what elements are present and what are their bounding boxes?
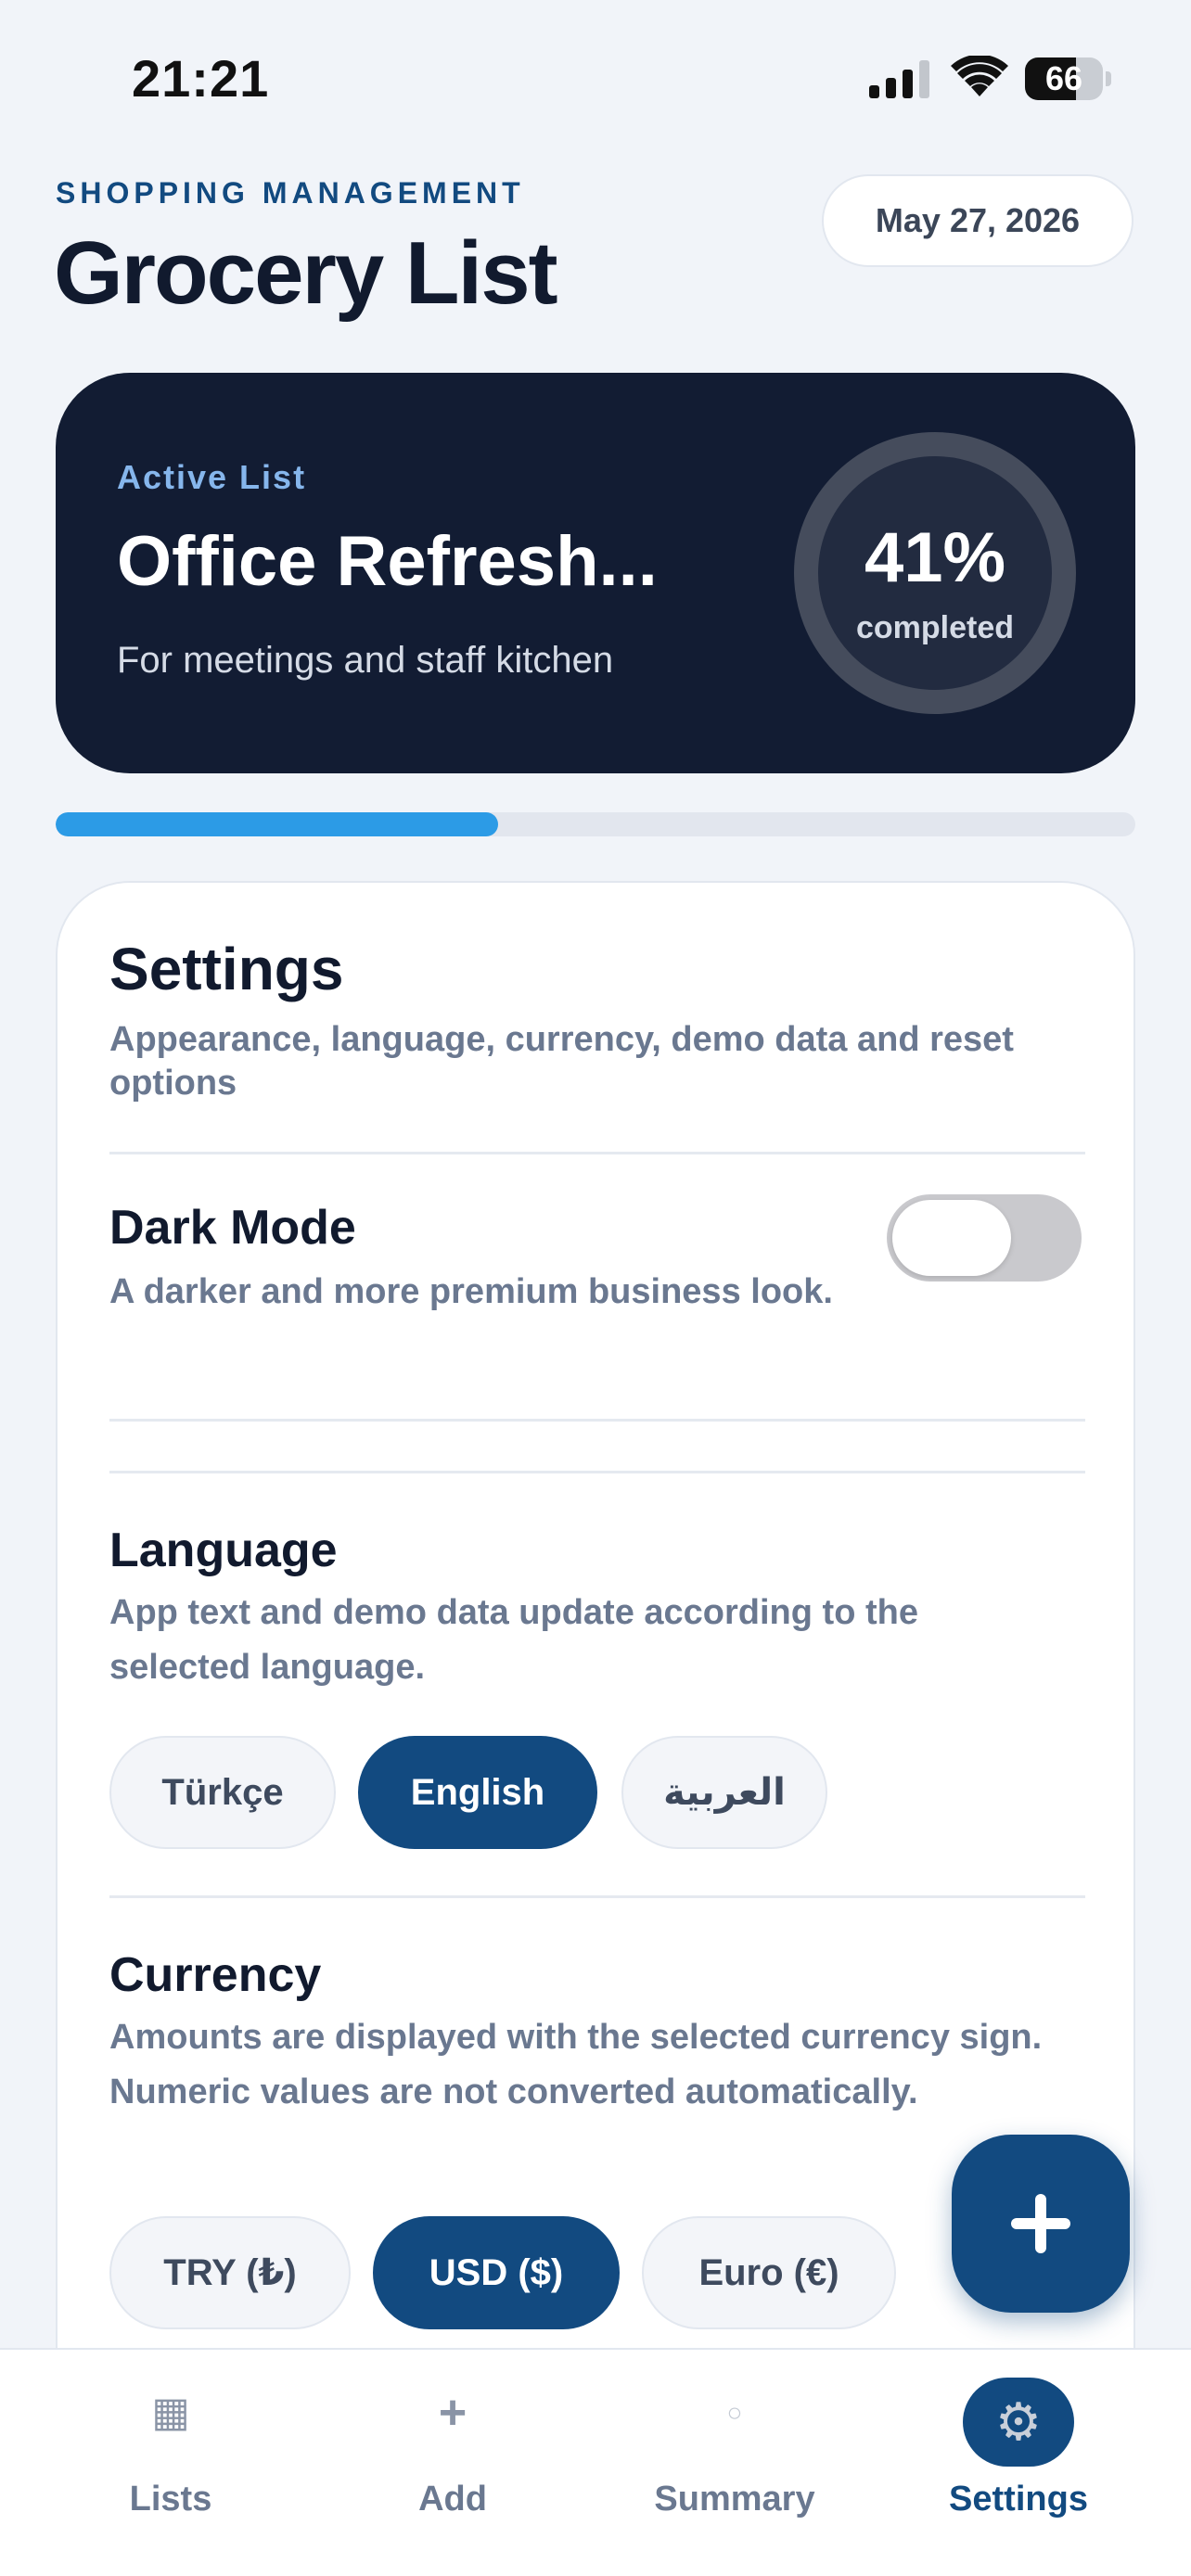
nav-label: Lists (129, 2480, 212, 2519)
currency-description: Amounts are displayed with the selected … (109, 2018, 1043, 2111)
wifi-icon (951, 56, 1008, 96)
gear-icon: ⚙ (963, 2378, 1074, 2467)
language-description: App text and demo data update according … (109, 1593, 918, 1687)
divider (109, 1419, 1085, 1422)
divider (109, 1471, 1085, 1473)
progress-bar (56, 812, 1135, 836)
currency-title: Currency (109, 1948, 322, 2002)
nav-item-lists[interactable]: ▦ Lists (32, 2350, 310, 2576)
nav-item-summary[interactable]: ○ Summary (596, 2350, 874, 2576)
active-list-card[interactable]: Active List Office Refresh... For meetin… (56, 373, 1135, 773)
language-option-turkish[interactable]: Türkçe (109, 1736, 336, 1849)
circle-icon: ○ (726, 2398, 743, 2427)
nav-label: Add (418, 2480, 487, 2519)
toggle-knob (892, 1200, 1011, 1276)
language-option-english[interactable]: English (358, 1736, 597, 1849)
nav-label: Summary (654, 2480, 815, 2519)
plus-icon: + (438, 2386, 467, 2440)
battery-icon: 66 (1025, 57, 1111, 100)
completion-percent: 41% (864, 518, 1006, 597)
active-list-name: Office Refresh... (117, 522, 658, 601)
language-title: Language (109, 1524, 338, 1577)
page-title: Grocery List (54, 223, 558, 323)
divider (109, 1152, 1085, 1154)
language-option-arabic[interactable]: العربية (621, 1736, 827, 1849)
currency-option-try[interactable]: TRY (₺) (109, 2216, 351, 2329)
nav-item-add[interactable]: + Add (314, 2350, 592, 2576)
currency-option-euro[interactable]: Euro (€) (642, 2216, 896, 2329)
nav-item-settings[interactable]: ⚙ Settings (879, 2350, 1158, 2576)
settings-title: Settings (109, 936, 344, 1002)
app-kicker: SHOPPING MANAGEMENT (56, 176, 525, 210)
dark-mode-toggle[interactable] (887, 1194, 1082, 1282)
status-bar: 21:21 66 (0, 0, 1191, 158)
grid-icon: ▦ (151, 2390, 190, 2435)
add-item-button[interactable] (952, 2135, 1130, 2313)
active-list-label: Active List (117, 458, 307, 496)
completion-ring: 41% completed (794, 432, 1076, 714)
dark-mode-title: Dark Mode (109, 1201, 356, 1255)
dark-mode-description: A darker and more premium business look. (109, 1272, 833, 1311)
settings-subtitle: Appearance, language, currency, demo dat… (109, 1020, 1014, 1103)
cellular-signal-icon (869, 60, 929, 98)
divider (109, 1895, 1085, 1898)
active-list-description: For meetings and staff kitchen (117, 640, 614, 681)
bottom-nav: ▦ Lists + Add ○ Summary ⚙ Settings (0, 2348, 1191, 2576)
completion-caption: completed (855, 610, 1015, 645)
settings-card: Settings Appearance, language, currency,… (56, 881, 1135, 2365)
currency-option-usd[interactable]: USD ($) (373, 2216, 620, 2329)
progress-bar-fill (56, 812, 499, 836)
battery-percent: 66 (1044, 59, 1083, 97)
date-badge[interactable]: May 27, 2026 (822, 174, 1133, 267)
nav-label: Settings (949, 2480, 1088, 2519)
status-time: 21:21 (132, 49, 270, 108)
